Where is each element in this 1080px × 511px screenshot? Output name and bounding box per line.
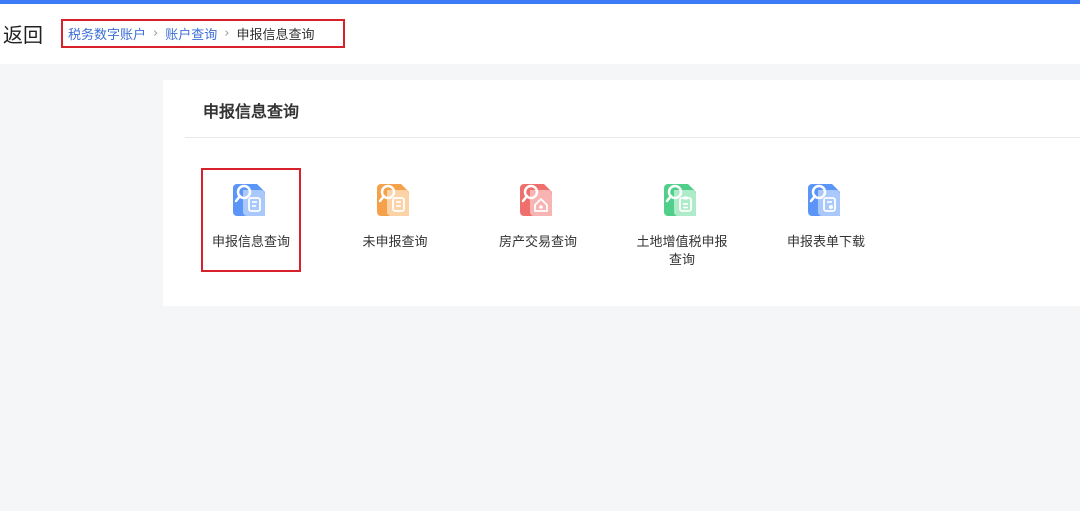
tile-label: 申报信息查询 xyxy=(211,235,290,250)
breadcrumb-item-tax-account[interactable]: 税务数字账户 xyxy=(68,24,146,43)
form-download-icon xyxy=(804,178,848,222)
query-panel: 申报信息查询 申报信息查询 未申报查询 房产交易查询 土地增值税申报查询 申报表… xyxy=(163,80,1080,306)
breadcrumb: 税务数字账户 › 账户查询 › 申报信息查询 xyxy=(61,19,345,48)
undeclared-query-icon xyxy=(373,178,417,222)
tile-label: 房产交易查询 xyxy=(498,235,577,250)
header-bar: 返回 税务数字账户 › 账户查询 › 申报信息查询 xyxy=(0,4,1080,64)
tile-declaration-query[interactable]: 申报信息查询 xyxy=(201,168,301,272)
breadcrumb-item-account-query[interactable]: 账户查询 xyxy=(165,24,217,43)
tile-land-tax-query[interactable]: 土地增值税申报查询 xyxy=(632,170,732,270)
tile-property-transaction[interactable]: 房产交易查询 xyxy=(488,170,588,252)
tile-undeclared-query[interactable]: 未申报查询 xyxy=(345,170,445,252)
tile-form-download[interactable]: 申报表单下载 xyxy=(776,170,876,252)
breadcrumb-item-current: 申报信息查询 xyxy=(236,28,315,43)
chevron-right-icon: › xyxy=(224,26,230,41)
page-title: 申报信息查询 xyxy=(203,102,300,121)
tile-label: 未申报查询 xyxy=(362,235,428,250)
divider xyxy=(185,137,1080,138)
tile-label: 土地增值税申报查询 xyxy=(636,235,728,268)
property-transaction-icon xyxy=(516,178,560,222)
back-button[interactable]: 返回 xyxy=(3,22,43,48)
land-tax-query-icon xyxy=(660,178,704,222)
chevron-right-icon: › xyxy=(153,26,159,41)
declaration-query-icon xyxy=(229,178,273,222)
tile-label: 申报表单下载 xyxy=(786,235,865,250)
